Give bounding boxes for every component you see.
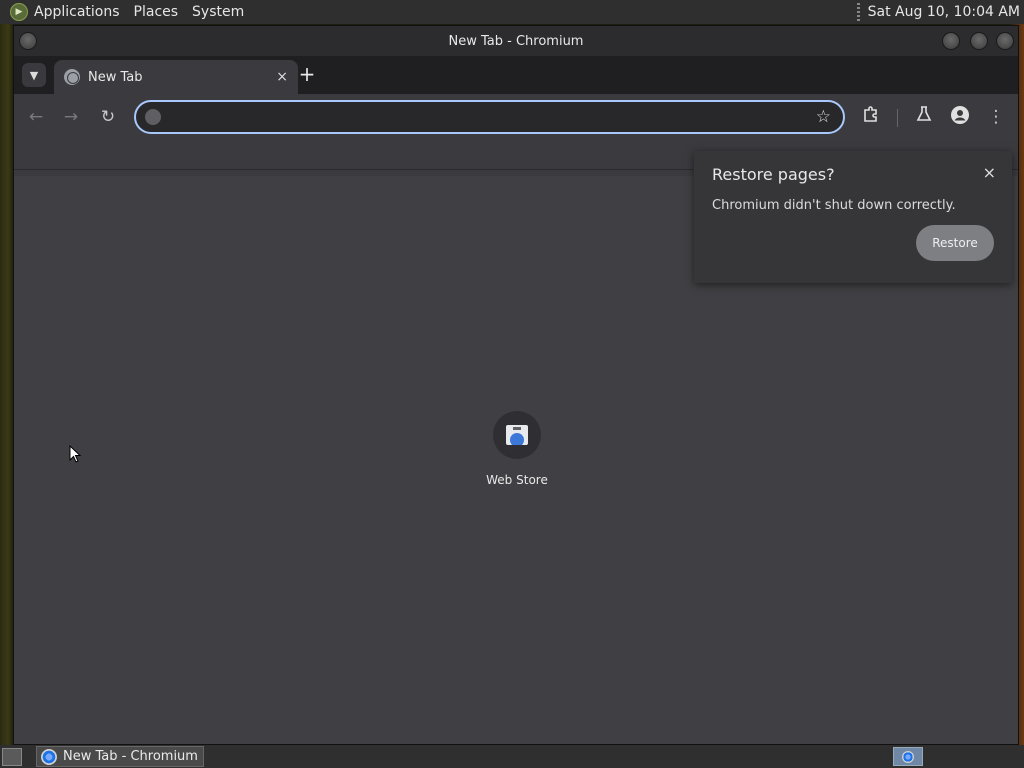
bubble-title: Restore pages? bbox=[712, 165, 835, 184]
tab-new-tab[interactable]: New Tab × bbox=[54, 60, 298, 94]
restore-button[interactable]: Restore bbox=[916, 225, 994, 261]
bookmark-star-icon[interactable]: ☆ bbox=[816, 107, 831, 127]
back-button[interactable]: ← bbox=[24, 105, 48, 129]
forward-button[interactable]: → bbox=[59, 105, 83, 129]
browser-toolbar: ← → ↻ ☆ ⋮ bbox=[14, 94, 1018, 140]
tab-search-button[interactable]: ▼ bbox=[22, 63, 46, 87]
menu-applications[interactable]: Applications bbox=[34, 4, 120, 20]
menu-places[interactable]: Places bbox=[134, 4, 179, 20]
toolbar-divider bbox=[897, 109, 898, 127]
address-input[interactable] bbox=[168, 106, 798, 128]
bubble-message: Chromium didn't shut down correctly. bbox=[712, 198, 956, 213]
tab-strip: ▼ New Tab × + bbox=[14, 56, 1018, 94]
shortcut-label: Web Store bbox=[486, 473, 548, 487]
chromium-icon bbox=[41, 748, 57, 765]
window-menu-icon[interactable] bbox=[19, 32, 37, 50]
panel-clock[interactable]: Sat Aug 10, 10:04 AM bbox=[868, 4, 1020, 20]
taskbar-item-label: New Tab - Chromium bbox=[63, 749, 198, 764]
shortcut-icon-wrap bbox=[493, 411, 541, 459]
chevron-down-icon: ▼ bbox=[29, 68, 39, 82]
close-tab-icon[interactable]: × bbox=[276, 69, 288, 85]
reload-button[interactable]: ↻ bbox=[96, 105, 120, 129]
shortcut-web-store[interactable]: Web Store bbox=[477, 411, 557, 501]
web-store-icon bbox=[506, 425, 528, 445]
show-desktop-button[interactable] bbox=[2, 747, 22, 766]
omnibox[interactable]: ☆ bbox=[134, 100, 845, 134]
chromium-icon bbox=[902, 750, 914, 763]
panel-separator bbox=[856, 3, 860, 21]
close-icon[interactable]: × bbox=[983, 163, 996, 182]
workspace-switcher[interactable] bbox=[893, 747, 923, 766]
distro-logo-icon[interactable]: ▶ bbox=[10, 3, 28, 21]
labs-icon[interactable] bbox=[912, 105, 936, 129]
close-window-button[interactable] bbox=[996, 32, 1014, 50]
window-titlebar[interactable]: New Tab - Chromium bbox=[14, 26, 1018, 56]
maximize-button[interactable] bbox=[970, 32, 988, 50]
globe-icon bbox=[64, 69, 80, 85]
extensions-icon[interactable] bbox=[859, 105, 883, 129]
minimize-button[interactable] bbox=[942, 32, 960, 50]
restore-pages-bubble: Restore pages? × Chromium didn't shut do… bbox=[694, 151, 1012, 283]
bottom-panel: New Tab - Chromium bbox=[0, 745, 1024, 768]
chrome-menu-button[interactable]: ⋮ bbox=[984, 105, 1008, 129]
profile-icon[interactable] bbox=[948, 105, 972, 129]
tab-label: New Tab bbox=[88, 69, 143, 85]
new-tab-button[interactable]: + bbox=[296, 64, 318, 86]
site-info-icon[interactable] bbox=[145, 109, 161, 125]
taskbar-item-chromium[interactable]: New Tab - Chromium bbox=[36, 746, 204, 767]
top-panel: ▶ Applications Places System Sat Aug 10,… bbox=[0, 0, 1024, 24]
mouse-pointer-icon bbox=[69, 445, 81, 463]
browser-window: New Tab - Chromium ▼ New Tab × + ← → ↻ ☆ bbox=[13, 25, 1019, 745]
menu-system[interactable]: System bbox=[192, 4, 244, 20]
window-title: New Tab - Chromium bbox=[448, 33, 584, 49]
